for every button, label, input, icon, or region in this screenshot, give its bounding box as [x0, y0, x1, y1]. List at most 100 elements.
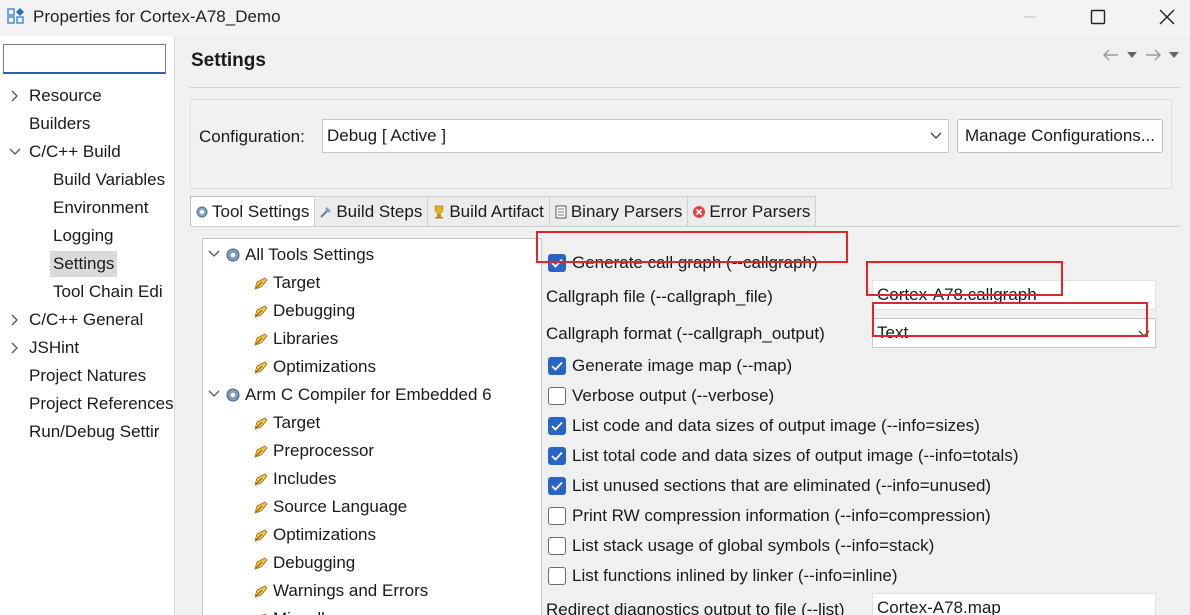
configuration-select[interactable]: Debug [ Active ] [322, 119, 949, 153]
window-title: Properties for Cortex-A78_Demo [33, 7, 281, 26]
sidebar-item-cpp-general[interactable]: C/C++ General [29, 307, 143, 333]
binary-parsers-icon [555, 205, 567, 218]
info-compression-checkbox[interactable]: Print RW compression information (--info… [548, 504, 991, 528]
verbose-output-checkbox[interactable]: Verbose output (--verbose) [548, 384, 774, 408]
close-icon [1159, 9, 1175, 25]
tool-tree: All Tools Settings Target Debugging Libr… [202, 238, 542, 615]
callgraph-format-select[interactable]: Text [872, 318, 1156, 348]
tab-label: Error Parsers [709, 201, 811, 221]
tree-item-libraries[interactable]: Libraries [253, 326, 338, 352]
property-page-tree: Resource Builders C/C++ Build Build Vari… [0, 36, 175, 615]
linker-options-panel: Generate call graph (--callgraph) Callgr… [544, 238, 1180, 615]
header-divider [190, 87, 1180, 88]
checkbox-label: List stack usage of global symbols (--in… [572, 536, 935, 555]
checkbox-checked[interactable] [548, 477, 566, 495]
chevron-down-icon [1138, 319, 1150, 357]
checkbox-unchecked[interactable] [548, 387, 566, 405]
checkbox-label: List total code and data sizes of output… [572, 446, 1019, 465]
tab-tool-settings[interactable]: Tool Settings [190, 196, 316, 227]
tree-item-includes[interactable]: Includes [253, 466, 336, 492]
tree-item-warnings-and-errors[interactable]: Warnings and Errors [253, 578, 428, 604]
manage-configurations-button[interactable]: Manage Configurations... [957, 119, 1163, 153]
tab-build-steps[interactable]: Build Steps [314, 196, 429, 226]
tree-item-debugging[interactable]: Debugging [253, 550, 355, 576]
callgraph-file-label: Callgraph file (--callgraph_file) [546, 287, 773, 306]
sidebar-item-cpp-build[interactable]: C/C++ Build [29, 139, 121, 165]
sidebar-item-tool-chain-editor[interactable]: Tool Chain Edi [53, 279, 163, 305]
checkbox-unchecked[interactable] [548, 507, 566, 525]
chevron-down-icon[interactable] [207, 242, 221, 268]
gear-icon [226, 388, 240, 402]
forward-menu-icon[interactable] [1168, 51, 1180, 59]
tool-option-icon [254, 557, 268, 570]
tool-option-icon [254, 529, 268, 542]
tree-item-optimizations[interactable]: Optimizations [253, 522, 376, 548]
info-totals-checkbox[interactable]: List total code and data sizes of output… [548, 444, 1019, 468]
sidebar-item-project-natures[interactable]: Project Natures [29, 363, 146, 389]
settings-page: Settings Configuration: Debug [ Active ]… [180, 36, 1190, 615]
tool-option-icon [262, 613, 267, 615]
tree-item-miscellaneous[interactable]: Miscell [253, 606, 325, 615]
tree-item-source-language[interactable]: Source Language [253, 494, 407, 520]
tree-item-all-tools-settings[interactable]: All Tools Settings [207, 242, 374, 268]
filter-input[interactable] [3, 44, 166, 74]
checkbox-unchecked[interactable] [548, 537, 566, 555]
sidebar-item-settings[interactable]: Settings [50, 251, 118, 277]
tab-binary-parsers[interactable]: Binary Parsers [548, 196, 689, 226]
tree-item-debugging[interactable]: Debugging [253, 298, 355, 324]
generate-call-graph-checkbox[interactable]: Generate call graph (--callgraph) [548, 251, 818, 275]
forward-arrow-icon[interactable] [1144, 48, 1162, 62]
back-arrow-icon[interactable] [1102, 48, 1120, 62]
sidebar-item-jshint[interactable]: JSHint [29, 335, 79, 361]
tab-error-parsers[interactable]: Error Parsers [687, 196, 817, 226]
chevron-right-icon[interactable] [8, 83, 22, 109]
checkbox-label: List unused sections that are eliminated… [572, 476, 992, 495]
build-artifact-icon [434, 205, 444, 218]
checkbox-checked[interactable] [548, 254, 566, 272]
info-unused-checkbox[interactable]: List unused sections that are eliminated… [548, 474, 991, 498]
tab-label: Build Artifact [449, 201, 544, 221]
minimize-icon [1024, 16, 1036, 18]
close-button[interactable] [1144, 0, 1190, 34]
sidebar-item-resource[interactable]: Resource [29, 83, 102, 109]
sidebar-item-environment[interactable]: Environment [53, 195, 148, 221]
sidebar-item-build-variables[interactable]: Build Variables [53, 167, 165, 193]
chevron-right-icon[interactable] [8, 307, 22, 333]
sidebar-item-project-references[interactable]: Project References [29, 391, 174, 417]
tab-label: Tool Settings [212, 202, 310, 221]
tool-option-icon [254, 445, 268, 458]
checkbox-checked[interactable] [548, 447, 566, 465]
info-sizes-checkbox[interactable]: List code and data sizes of output image… [548, 414, 980, 438]
sidebar-item-logging[interactable]: Logging [53, 223, 114, 249]
redirect-diagnostics-field[interactable]: Cortex-A78.map [872, 593, 1156, 615]
tab-build-artifact[interactable]: Build Artifact [427, 196, 550, 226]
checkbox-checked[interactable] [548, 417, 566, 435]
checkbox-label: Generate image map (--map) [572, 356, 793, 375]
configuration-label: Configuration: [199, 127, 305, 146]
info-inline-checkbox[interactable]: List functions inlined by linker (--info… [548, 564, 898, 588]
tree-item-optimizations[interactable]: Optimizations [253, 354, 376, 380]
tool-option-icon [254, 305, 268, 318]
chevron-down-icon[interactable] [207, 382, 221, 408]
maximize-icon [1090, 9, 1106, 25]
properties-app-icon [7, 8, 24, 24]
checkbox-checked[interactable] [548, 357, 566, 375]
tree-item-target[interactable]: Target [253, 410, 320, 436]
chevron-right-icon[interactable] [8, 335, 22, 361]
tree-item-arm-compiler[interactable]: Arm C Compiler for Embedded 6 [207, 382, 492, 408]
callgraph-file-field[interactable]: Cortex-A78.callgraph [872, 280, 1156, 310]
tool-option-icon [254, 361, 268, 374]
sidebar-item-run-debug-settings[interactable]: Run/Debug Settir [29, 419, 159, 445]
generate-image-map-checkbox[interactable]: Generate image map (--map) [548, 354, 792, 378]
maximize-button[interactable] [1075, 0, 1121, 34]
minimize-button[interactable] [1007, 0, 1053, 34]
chevron-down-icon[interactable] [8, 139, 22, 165]
tool-option-icon [254, 585, 268, 598]
info-stack-checkbox[interactable]: List stack usage of global symbols (--in… [548, 534, 934, 558]
tree-item-target[interactable]: Target [253, 270, 320, 296]
tree-item-label: Debugging [273, 301, 356, 320]
checkbox-unchecked[interactable] [548, 567, 566, 585]
sidebar-item-builders[interactable]: Builders [29, 111, 90, 137]
tree-item-preprocessor[interactable]: Preprocessor [253, 438, 374, 464]
back-menu-icon[interactable] [1126, 51, 1138, 59]
